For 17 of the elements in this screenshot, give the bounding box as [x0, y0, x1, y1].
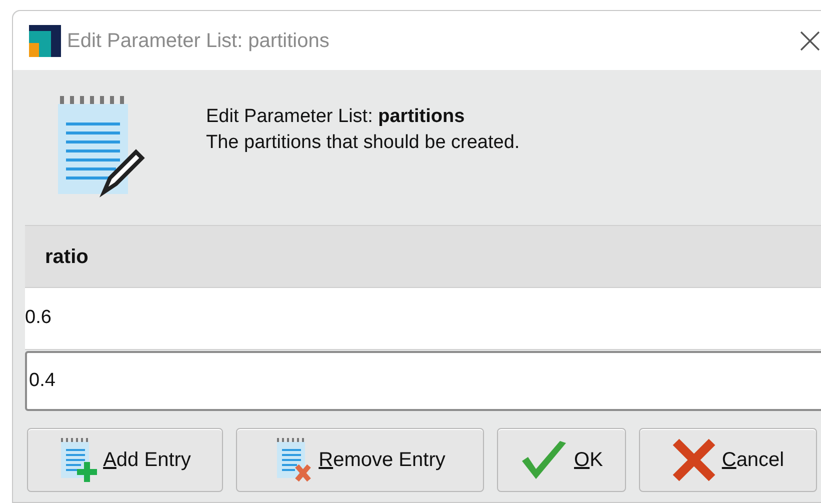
- cell-editor-field[interactable]: 0.4: [25, 351, 821, 411]
- notepad-pencil-icon: [56, 96, 146, 198]
- add-button[interactable]: Add Entry: [27, 428, 223, 492]
- cancel-button[interactable]: Cancel: [639, 428, 817, 492]
- checkmark-icon: [520, 439, 568, 481]
- notepad-x-icon: [274, 438, 313, 482]
- notepad-plus-icon: [59, 438, 98, 482]
- window-title: Edit Parameter List: partitions: [67, 28, 330, 54]
- cross-icon: [672, 438, 716, 482]
- app-logo-icon: [29, 24, 61, 56]
- ok-button[interactable]: OK: [497, 428, 626, 492]
- remove-button[interactable]: Remove Entry: [236, 428, 484, 492]
- dialog-description: The partitions that should be created.: [206, 131, 520, 155]
- close-icon[interactable]: [799, 30, 821, 52]
- dialog-heading: Edit Parameter List: partitions: [206, 105, 466, 129]
- column-header: ratio: [45, 244, 88, 270]
- table-cell: 0.6: [25, 288, 821, 350]
